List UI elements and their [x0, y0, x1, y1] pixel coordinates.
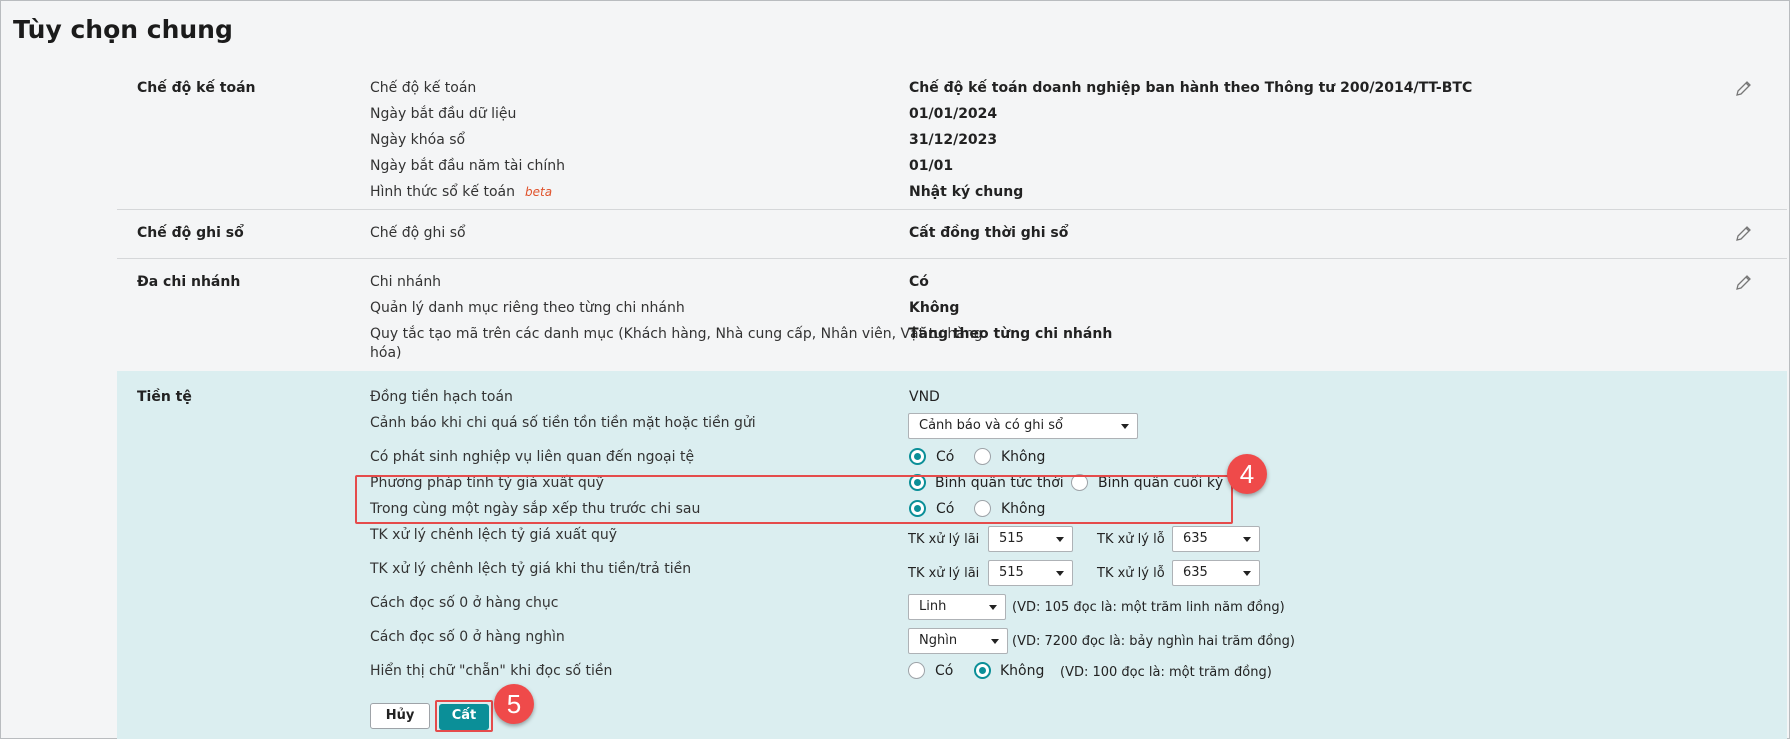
fx-payment-gain-select[interactable]: 515 [988, 560, 1073, 586]
label-posting-mode: Chế độ ghi sổ [370, 225, 466, 241]
fx-outflow-gain-value: 515 [999, 531, 1024, 546]
value-branch: Có [909, 274, 929, 290]
value-posting-mode: Cất đồng thời ghi sổ [909, 225, 1069, 241]
accounting-regime-section: Chế độ kế toán Chế độ kế toán Chế độ kế … [117, 70, 1787, 210]
divider [117, 258, 1787, 259]
fx-payment-loss-value: 635 [1183, 565, 1208, 580]
chevron-down-icon [1243, 537, 1251, 542]
label-fx-diff-payment: TK xử lý chênh lệch tỷ giá khi thu tiền/… [370, 561, 692, 577]
value-book-lock-date: 31/12/2023 [909, 132, 998, 148]
gain-account-label: TK xử lý lãi [908, 532, 980, 547]
edit-pencil-icon[interactable] [1734, 223, 1754, 243]
label-code-rule-line1: Quy tắc tạo mã trên các danh mục (Khách … [370, 326, 983, 342]
section-title-multi-branch: Đa chi nhánh [137, 274, 241, 290]
gain-account-label: TK xử lý lãi [908, 566, 980, 581]
fx-outflow-loss-value: 635 [1183, 531, 1208, 546]
chevron-down-icon [1056, 537, 1064, 542]
chevron-down-icon [1243, 571, 1251, 576]
highlight-box-step4 [355, 475, 1233, 524]
value-accounting-currency: VND [909, 389, 940, 405]
chevron-down-icon [991, 639, 999, 644]
chevron-down-icon [1121, 424, 1129, 429]
beta-badge: beta [524, 185, 553, 199]
label-accounting-currency: Đồng tiền hạch toán [370, 389, 513, 405]
thousands-zero-example: (VD: 7200 đọc là: bảy nghìn hai trăm đồn… [1012, 634, 1295, 649]
fx-outflow-gain-select[interactable]: 515 [988, 526, 1073, 552]
even-word-example: (VD: 100 đọc là: một trăm đồng) [1060, 665, 1272, 680]
loss-account-label: TK xử lý lỗ [1097, 532, 1165, 547]
fx-payment-loss-select[interactable]: 635 [1172, 560, 1260, 586]
label-tens-zero: Cách đọc số 0 ở hàng chục [370, 595, 559, 611]
label-book-lock-date: Ngày khóa sổ [370, 132, 466, 148]
foreign-ops-yes-label: Có [936, 449, 955, 465]
foreign-ops-no-label: Không [1001, 449, 1046, 465]
overspend-warning-selected: Cảnh báo và có ghi sổ [919, 418, 1063, 433]
label-accounting-regime: Chế độ kế toán [370, 80, 477, 96]
value-data-start-date: 01/01/2024 [909, 106, 998, 122]
tens-zero-value: Linh [919, 599, 947, 614]
value-ledger-form: Nhật ký chung [909, 184, 1024, 200]
label-fiscal-year-start: Ngày bắt đầu năm tài chính [370, 158, 566, 174]
tens-zero-example: (VD: 105 đọc là: một trăm linh năm đồng) [1012, 600, 1285, 615]
label-thousands-zero: Cách đọc số 0 ở hàng nghìn [370, 629, 565, 645]
save-button[interactable]: Cất [439, 704, 489, 730]
step-badge-4: 4 [1227, 454, 1267, 494]
label-data-start-date: Ngày bắt đầu dữ liệu [370, 106, 517, 122]
chevron-down-icon [1056, 571, 1064, 576]
even-word-yes-label: Có [935, 663, 954, 679]
ledger-form-text: Hình thức sổ kế toán [370, 184, 515, 200]
chevron-down-icon [989, 605, 997, 610]
label-overspend-warning: Cảnh báo khi chi quá số tiền tồn tiền mặ… [370, 415, 756, 431]
label-branch: Chi nhánh [370, 274, 442, 290]
step-badge-5: 5 [494, 684, 534, 724]
label-fx-diff-outflow: TK xử lý chênh lệch tỷ giá xuất quỹ [370, 527, 618, 543]
fx-payment-gain-value: 515 [999, 565, 1024, 580]
foreign-ops-yes-radio[interactable] [909, 448, 926, 465]
thousands-zero-value: Nghìn [919, 633, 958, 648]
even-word-yes-radio[interactable] [908, 662, 925, 679]
thousands-zero-select[interactable]: Nghìn [908, 628, 1008, 654]
label-branch-catalog: Quản lý danh mục riêng theo từng chi nhá… [370, 300, 685, 316]
edit-pencil-icon[interactable] [1734, 272, 1754, 292]
value-accounting-regime: Chế độ kế toán doanh nghiệp ban hành the… [909, 80, 1473, 96]
value-code-rule: Tăng theo từng chi nhánh [909, 326, 1113, 342]
section-title-posting-mode: Chế độ ghi sổ [137, 225, 244, 241]
label-even-word: Hiển thị chữ "chẵn" khi đọc số tiền [370, 663, 613, 679]
edit-pencil-icon[interactable] [1734, 78, 1754, 98]
value-fiscal-year-start: 01/01 [909, 158, 954, 174]
value-branch-catalog: Không [909, 300, 960, 316]
section-title-currency: Tiền tệ [137, 389, 192, 405]
cancel-button[interactable]: Hủy [370, 703, 430, 729]
divider [117, 209, 1787, 210]
label-foreign-ops: Có phát sinh nghiệp vụ liên quan đến ngo… [370, 449, 695, 465]
even-word-no-radio[interactable] [974, 662, 991, 679]
fx-outflow-loss-select[interactable]: 635 [1172, 526, 1260, 552]
posting-mode-section: Chế độ ghi sổ Chế độ ghi sổ Cất đồng thờ… [117, 217, 1787, 257]
page-title: Tùy chọn chung [13, 15, 233, 44]
foreign-ops-no-radio[interactable] [974, 448, 991, 465]
label-ledger-form: Hình thức sổ kế toán beta [370, 184, 552, 200]
loss-account-label: TK xử lý lỗ [1097, 566, 1165, 581]
label-code-rule-line2: hóa) [370, 345, 402, 361]
overspend-warning-select[interactable]: Cảnh báo và có ghi sổ [908, 413, 1138, 439]
multi-branch-section: Đa chi nhánh Chi nhánh Có Quản lý danh m… [117, 266, 1787, 366]
section-title-accounting-regime: Chế độ kế toán [137, 80, 256, 96]
tens-zero-select[interactable]: Linh [908, 594, 1006, 620]
even-word-no-label: Không [1000, 663, 1045, 679]
